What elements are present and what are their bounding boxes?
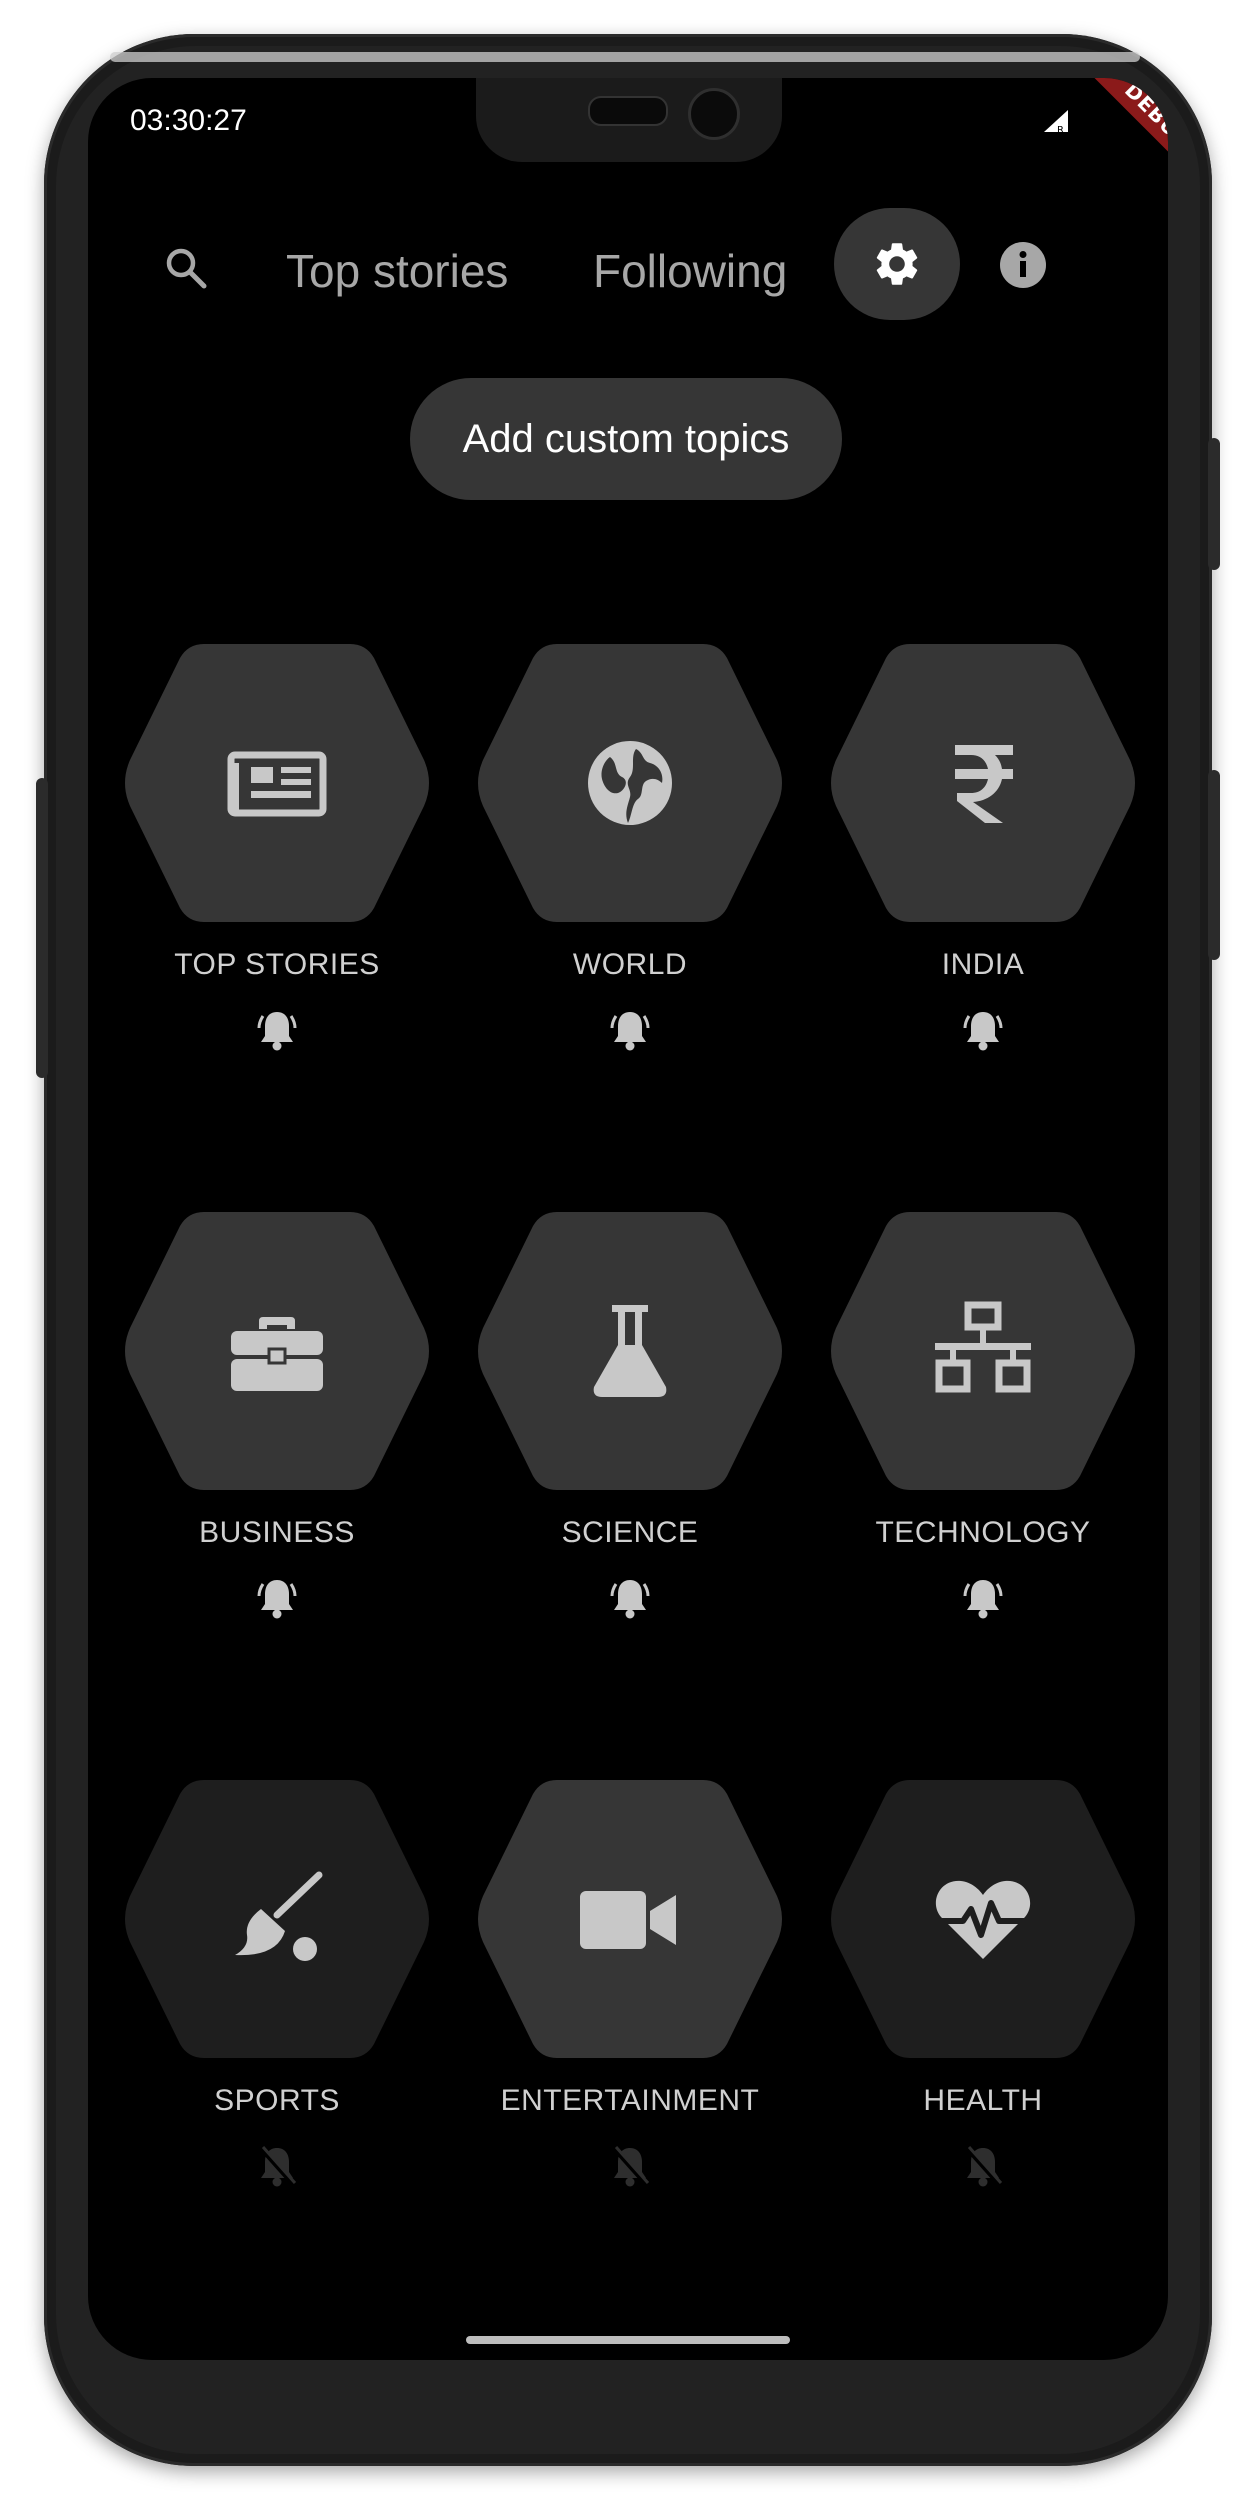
tab-top-stories[interactable]: Top stories [286, 244, 508, 298]
topic-label: BUSINESS [199, 1516, 355, 1549]
rupee-icon [933, 733, 1033, 833]
newspaper-icon [227, 733, 327, 833]
topic-hexagon[interactable] [475, 1780, 785, 2058]
topic-label: SCIENCE [561, 1516, 699, 1549]
topic-hexagon[interactable] [122, 644, 432, 922]
top-nav: Top stories Following [88, 208, 1168, 338]
heartbeat-icon [933, 1869, 1033, 1969]
broom-ball-icon [227, 1869, 327, 1969]
briefcase-icon [227, 1301, 327, 1401]
topic-hexagon[interactable] [828, 1212, 1138, 1490]
search-icon[interactable] [158, 240, 214, 296]
bell-alert-icon[interactable] [963, 1008, 1003, 1052]
topic-hexagon[interactable] [828, 644, 1138, 922]
topic-hexagon[interactable] [828, 1780, 1138, 2058]
bell-alert-icon[interactable] [257, 1008, 297, 1052]
svg-text:R: R [1057, 125, 1064, 134]
bell-off-icon[interactable] [963, 2144, 1003, 2188]
network-icon [933, 1301, 1033, 1401]
topic-label: HEALTH [923, 2084, 1043, 2117]
bell-off-icon[interactable] [610, 2144, 650, 2188]
front-camera [688, 88, 740, 140]
topic-hexagon[interactable] [475, 644, 785, 922]
topic-label: TOP STORIES [174, 948, 380, 981]
topic-label: WORLD [572, 948, 688, 981]
earpiece-speaker [588, 96, 668, 126]
side-button-left [36, 778, 48, 1078]
tab-following[interactable]: Following [593, 244, 787, 298]
flask-icon [580, 1301, 680, 1401]
bell-alert-icon[interactable] [610, 1008, 650, 1052]
home-indicator[interactable] [466, 2336, 790, 2344]
info-icon[interactable] [996, 238, 1050, 292]
topic-label: INDIA [941, 948, 1025, 981]
debug-banner: DEBUG [1078, 78, 1168, 196]
topic-label: ENTERTAINMENT [500, 2084, 760, 2117]
bell-alert-icon[interactable] [963, 1576, 1003, 1620]
signal-icon: R [1040, 108, 1070, 138]
topic-hexagon[interactable] [122, 1780, 432, 2058]
status-time: 03:30:27 [130, 104, 247, 137]
topic-hexagon[interactable] [122, 1212, 432, 1490]
app-screen: 03:30:27 R DEBUG Top stories Following A… [88, 78, 1168, 2360]
bell-alert-icon[interactable] [610, 1576, 650, 1620]
power-button [1208, 770, 1220, 960]
topic-label: TECHNOLOGY [875, 1516, 1091, 1549]
volume-button [1208, 438, 1220, 570]
topic-hexagon[interactable] [475, 1212, 785, 1490]
bell-off-icon[interactable] [257, 2144, 297, 2188]
gear-icon [876, 243, 918, 285]
add-custom-topics-button[interactable]: Add custom topics [410, 378, 842, 500]
bell-alert-icon[interactable] [257, 1576, 297, 1620]
settings-button[interactable] [834, 208, 960, 320]
phone-rim-highlight [110, 52, 1140, 62]
globe-icon [580, 733, 680, 833]
video-camera-icon [580, 1869, 680, 1969]
topic-label: SPORTS [214, 2084, 340, 2117]
